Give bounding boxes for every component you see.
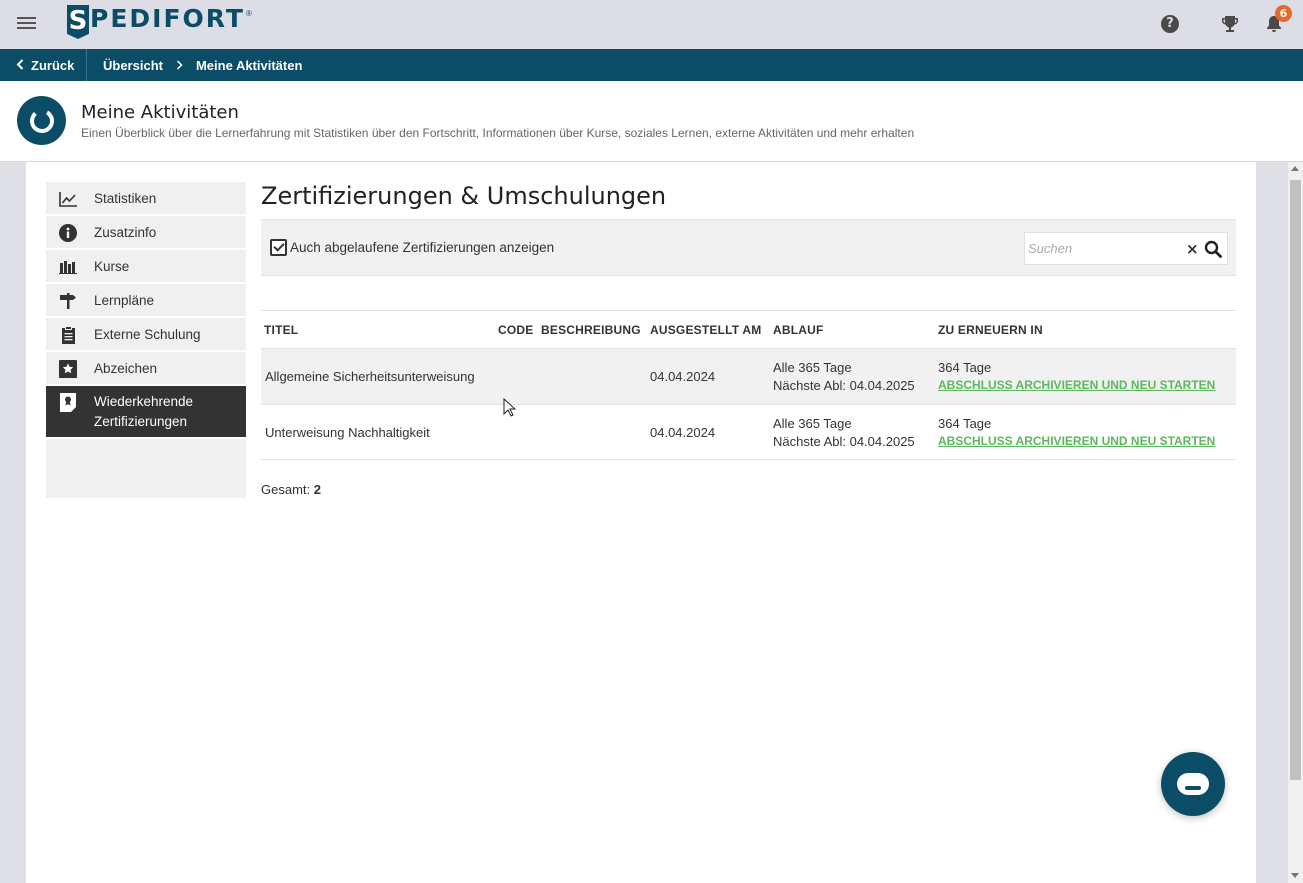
search-box: × [1024, 232, 1228, 265]
column-header-title[interactable]: TITEL [264, 323, 298, 337]
section-title: Zertifizierungen & Umschulungen [261, 182, 667, 210]
scroll-down-icon[interactable] [1291, 873, 1299, 878]
logo-initial: S [67, 5, 89, 39]
sidebar-item-label: Wiederkehrende Zertifizierungen [94, 393, 194, 429]
total-value: 2 [313, 482, 321, 497]
sidebar-item-label: Abzeichen [94, 360, 158, 376]
scroll-thumb[interactable] [1290, 180, 1301, 780]
breadcrumb: Übersicht Meine Aktivitäten [103, 49, 302, 81]
chevron-right-icon [176, 58, 183, 73]
clipboard-icon [59, 326, 77, 344]
sidebar-item-wiederkehrende-zertifizierungen[interactable]: Wiederkehrende Zertifizierungen [46, 386, 246, 439]
sidebar-item-abzeichen[interactable]: Abzeichen [46, 352, 246, 386]
table-row: Allgemeine Sicherheitsunterweisung 04.04… [261, 348, 1236, 404]
certificate-icon [59, 392, 77, 412]
scroll-up-icon[interactable] [1291, 166, 1299, 171]
filter-bar: Auch abgelaufene Zertifizierungen anzeig… [261, 219, 1236, 276]
cell-renew-in: 364 Tage [938, 360, 992, 375]
page-scrollbar[interactable] [1288, 162, 1303, 883]
sidebar-item-externe-schulung[interactable]: Externe Schulung [46, 318, 246, 352]
column-header-expiry[interactable]: ABLAUF [773, 323, 824, 337]
show-expired-label[interactable]: Auch abgelaufene Zertifizierungen anzeig… [290, 240, 554, 255]
clear-search-icon[interactable]: × [1186, 240, 1199, 258]
cell-expiry-period: Alle 365 Tage [773, 360, 852, 375]
total-count: Gesamt: 2 [261, 482, 321, 497]
total-label: Gesamt: [261, 482, 311, 497]
mouse-cursor-icon [503, 398, 517, 417]
sidebar-item-label: Zusatzinfo [94, 224, 157, 240]
chart-line-icon [59, 190, 77, 208]
trophy-icon[interactable] [1220, 14, 1240, 34]
page-header: Meine Aktivitäten Einen Überblick über d… [0, 81, 1303, 162]
page-title: Meine Aktivitäten [81, 102, 239, 123]
sidebar: Statistiken Zusatzinfo Kurse Lernpläne E… [46, 182, 246, 498]
sidebar-item-label: Lernpläne [94, 292, 155, 308]
logo-registered-mark: ® [245, 9, 252, 18]
cell-issued: 04.04.2024 [650, 369, 716, 384]
top-bar: S PEDIFORT ® ? 6 [0, 0, 1303, 49]
sidebar-item-label: Externe Schulung [94, 326, 201, 342]
cell-expiry-period: Alle 365 Tage [773, 416, 852, 431]
notification-badge: 6 [1275, 5, 1292, 22]
activity-ring-icon [17, 96, 66, 145]
archive-restart-link[interactable]: ABSCHLUSS ARCHIVIEREN UND NEU STARTEN [938, 434, 1215, 448]
sidebar-item-statistiken[interactable]: Statistiken [46, 182, 246, 216]
cell-renew-in: 364 Tage [938, 416, 992, 431]
back-label: Zurück [31, 57, 75, 73]
column-header-issued[interactable]: AUSGESTELLT AM [650, 323, 761, 337]
archive-restart-link[interactable]: ABSCHLUSS ARCHIVIEREN UND NEU STARTEN [938, 378, 1215, 392]
column-header-renew-in[interactable]: ZU ERNEUERN IN [938, 323, 1043, 337]
search-icon[interactable] [1204, 240, 1222, 258]
cell-title: Allgemeine Sicherheitsunterweisung [265, 369, 475, 384]
spedifort-logo[interactable]: S PEDIFORT ® [67, 5, 252, 41]
breadcrumb-current: Meine Aktivitäten [195, 57, 303, 73]
table-row: Unterweisung Nachhaltigkeit 04.04.2024 A… [261, 404, 1236, 460]
star-badge-icon [59, 360, 77, 378]
column-header-description[interactable]: BESCHREIBUNG [541, 323, 641, 337]
info-circle-icon [59, 224, 77, 242]
cell-issued: 04.04.2024 [650, 425, 716, 440]
column-header-code[interactable]: CODE [498, 323, 533, 337]
sidebar-item-label: Statistiken [94, 190, 157, 206]
signpost-icon [59, 292, 77, 310]
breadcrumb-overview[interactable]: Übersicht [103, 58, 163, 73]
help-glyph: ? [1161, 15, 1179, 33]
help-icon[interactable]: ? [1160, 14, 1180, 34]
show-expired-checkbox[interactable] [270, 239, 287, 256]
back-button[interactable]: Zurück [0, 49, 87, 81]
books-icon [59, 258, 77, 276]
chevron-left-icon [16, 58, 24, 73]
chat-bubble-icon [1177, 773, 1209, 795]
chat-button[interactable] [1161, 752, 1225, 816]
cell-next-expiry: Nächste Abl: 04.04.2025 [773, 378, 915, 393]
page-subtitle: Einen Überblick über die Lernerfahrung m… [81, 126, 915, 140]
table-header: TITEL CODE BESCHREIBUNG AUSGESTELLT AM A… [261, 310, 1236, 348]
content-panel: Statistiken Zusatzinfo Kurse Lernpläne E… [26, 162, 1256, 883]
sidebar-item-zusatzinfo[interactable]: Zusatzinfo [46, 216, 246, 250]
sidebar-item-lernplaene[interactable]: Lernpläne [46, 284, 246, 318]
cell-title: Unterweisung Nachhaltigkeit [265, 425, 430, 440]
logo-text: PEDIFORT [90, 4, 245, 33]
certifications-table: TITEL CODE BESCHREIBUNG AUSGESTELLT AM A… [261, 310, 1236, 460]
menu-icon[interactable] [17, 15, 37, 31]
sidebar-item-kurse[interactable]: Kurse [46, 250, 246, 284]
cell-next-expiry: Nächste Abl: 04.04.2025 [773, 434, 915, 449]
search-input[interactable] [1025, 233, 1175, 264]
breadcrumb-bar: Zurück Übersicht Meine Aktivitäten [0, 49, 1303, 81]
sidebar-item-label: Kurse [94, 258, 130, 274]
